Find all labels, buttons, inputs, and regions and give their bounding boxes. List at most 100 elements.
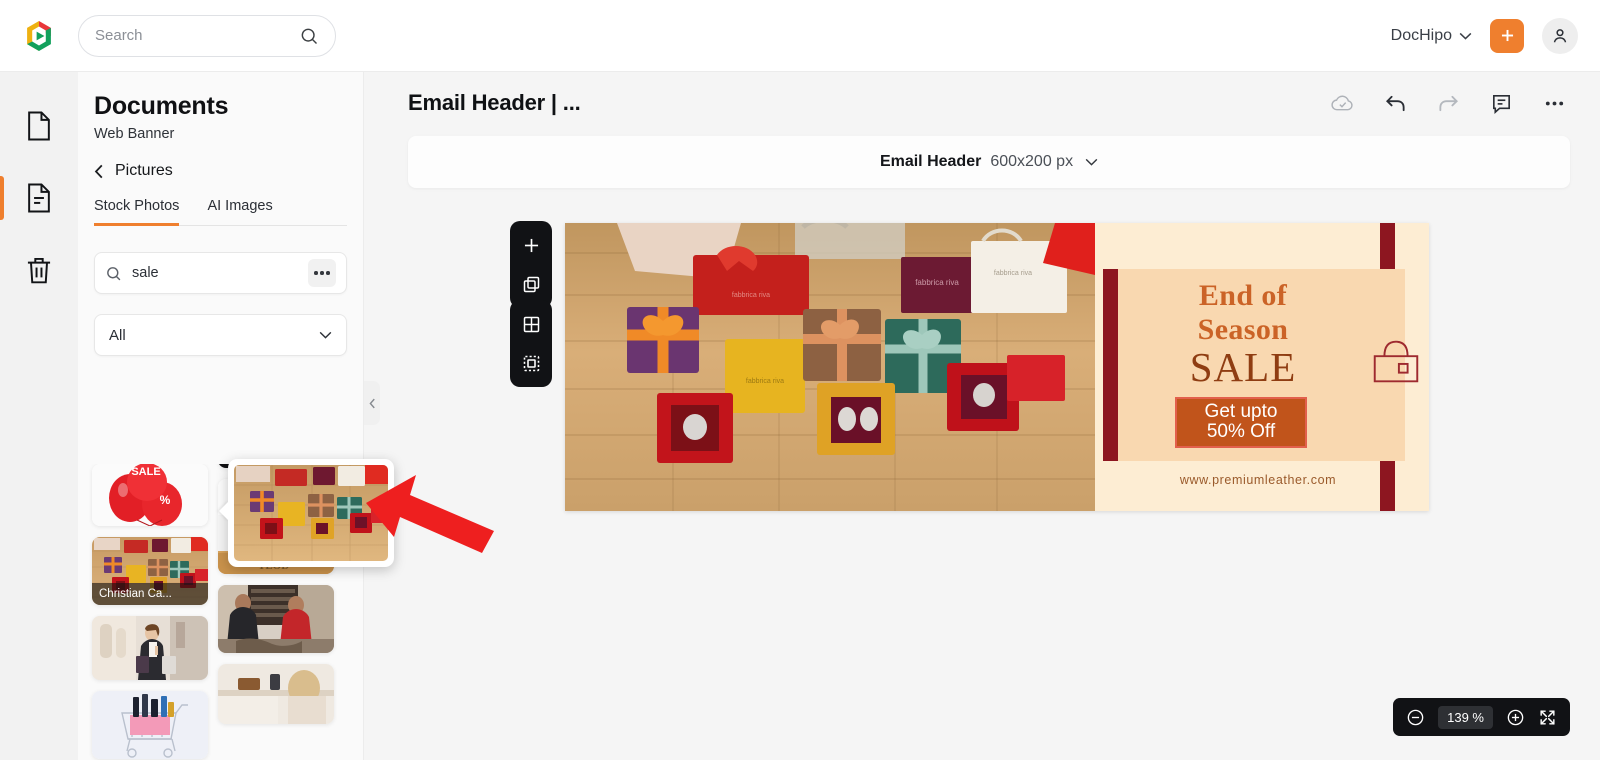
select-area-button[interactable] (515, 348, 547, 378)
account-name: DocHipo (1390, 26, 1452, 44)
search-placeholder: Search (95, 27, 143, 44)
search-icon (301, 28, 318, 44)
undo-icon[interactable] (1384, 92, 1407, 115)
fullscreen-button[interactable] (1538, 708, 1557, 727)
document-toolbar (1331, 92, 1566, 115)
list-item[interactable]: SALE % (92, 464, 208, 526)
logo-container[interactable] (0, 19, 78, 53)
tab-ai-images[interactable]: AI Images (207, 198, 272, 226)
plus-icon (524, 238, 538, 252)
topbar-right-group: DocHipo (1391, 17, 1600, 54)
chevron-down-icon (1085, 158, 1098, 166)
svg-text:SALE: SALE (131, 466, 160, 478)
left-panel: Documents Web Banner Pictures Stock Phot… (78, 72, 364, 760)
zoom-out-icon (1407, 709, 1424, 725)
gift-boxes-preview (234, 465, 388, 561)
more-options-icon-glyph (1545, 101, 1564, 106)
woman-shopping-window-photo (92, 616, 208, 680)
sale-balloons-photo: SALE % (92, 464, 208, 526)
canvas-area: Email Header | ... Email Header 600x200 … (364, 72, 1600, 760)
list-item[interactable]: Christian Ca... (92, 537, 208, 605)
zoom-out-button[interactable] (1406, 708, 1425, 727)
list-item-caption: Christian Ca... (92, 583, 208, 605)
list-item[interactable] (92, 691, 208, 759)
user-avatar-icon (1553, 28, 1567, 42)
size-name: Email Header (879, 153, 982, 170)
cloud-saved-icon-glyph (1331, 95, 1353, 111)
banner-photo[interactable]: fabbrica riva fabbrica riva fabbrica riv… (565, 223, 1095, 511)
duplicate-page-button[interactable] (515, 269, 547, 299)
handbag-icon (1373, 340, 1419, 383)
gift-boxes-banner-photo: fabbrica riva fabbrica riva fabbrica riv… (565, 223, 1095, 511)
view-tools-toolbar (510, 300, 552, 387)
list-item[interactable] (92, 616, 208, 680)
dochipo-logo-icon (27, 20, 51, 51)
more-options-icon[interactable] (1543, 92, 1566, 115)
banner-offer-badge: Get upto 50% Off (1175, 397, 1307, 448)
badge-line-2: 50% Off (1206, 420, 1276, 442)
cloud-saved-icon[interactable] (1331, 92, 1354, 115)
back-label: Pictures (115, 162, 173, 179)
category-filter-value: All (109, 326, 126, 344)
icon-rail (0, 72, 78, 760)
thumb-column-left: SALE % Christian Ca... (92, 464, 208, 760)
banner-headline-3: SALE (1189, 344, 1297, 390)
zoom-level-value[interactable]: 139 % (1438, 705, 1493, 729)
panel-tabs: Stock Photos AI Images (94, 198, 347, 226)
banner-headline-1: End of (1198, 279, 1288, 312)
shopping-cart-cosmetics-photo (92, 691, 208, 759)
page-tools-toolbar (510, 221, 552, 308)
panel-search-value: sale (132, 265, 159, 281)
app-root: Search DocHipo Documents Web Banner Pict… (0, 0, 1600, 760)
panel-search-input[interactable]: sale (94, 252, 347, 294)
banner-website-url: www.premiumleather.com (1179, 473, 1337, 487)
shoe-shelf-photo (218, 664, 334, 724)
chevron-down-icon (319, 331, 332, 339)
document-size-selector[interactable]: Email Header 600x200 px (408, 136, 1570, 188)
profile-button[interactable] (1542, 17, 1578, 54)
chevron-left-icon (368, 398, 375, 408)
svg-text:fabbrica riva: fabbrica riva (994, 270, 1032, 277)
list-item[interactable] (218, 585, 334, 653)
shoe-store-men-photo (218, 585, 334, 653)
zoom-in-icon (1507, 709, 1524, 725)
preview-image-wrap (234, 465, 388, 561)
redo-icon[interactable] (1437, 92, 1460, 115)
preview-notch (219, 501, 229, 521)
back-to-pictures[interactable]: Pictures (78, 142, 363, 180)
comment-icon[interactable] (1490, 92, 1513, 115)
sidebar-item-my-documents[interactable] (0, 162, 78, 234)
plus-icon (1501, 29, 1513, 42)
badge-line-1: Get upto (1204, 401, 1278, 422)
svg-text:fabbrica riva: fabbrica riva (732, 292, 770, 299)
sidebar-item-trash[interactable] (0, 234, 78, 306)
trash-icon (27, 257, 51, 284)
chevron-down-icon (1459, 32, 1472, 40)
document-lines-icon (28, 183, 50, 213)
comment-icon-glyph (1493, 95, 1510, 114)
undo-icon-glyph (1386, 95, 1405, 112)
thumbnail-hover-preview (219, 459, 394, 567)
sidebar-item-blank-document[interactable] (0, 90, 78, 162)
design-artboard[interactable]: fabbrica riva fabbrica riva fabbrica riv… (565, 223, 1429, 511)
zoom-in-button[interactable] (1506, 708, 1525, 727)
account-menu[interactable]: DocHipo (1391, 27, 1472, 45)
fullscreen-icon (1540, 709, 1555, 725)
category-filter-select[interactable]: All (94, 314, 347, 356)
panel-collapse-handle[interactable] (364, 381, 380, 425)
svg-text:%: % (160, 493, 171, 507)
tab-stock-photos[interactable]: Stock Photos (94, 198, 180, 226)
document-title[interactable]: Email Header | ... (408, 90, 581, 116)
svg-text:fabbrica riva: fabbrica riva (746, 378, 784, 385)
grid-view-button[interactable] (515, 309, 547, 339)
banner-design-panel[interactable]: End of Season SALE Get upto 50% Off www.… (1095, 223, 1429, 511)
more-horizontal-icon[interactable] (308, 259, 336, 287)
global-search[interactable]: Search (78, 14, 336, 57)
document-blank-icon (28, 111, 50, 141)
list-item[interactable] (218, 664, 334, 724)
add-page-button[interactable] (515, 230, 547, 260)
zoom-controls: 139 % (1393, 698, 1570, 736)
active-indicator (0, 176, 4, 220)
create-new-button[interactable] (1490, 18, 1524, 53)
top-bar: Search DocHipo (0, 0, 1600, 72)
